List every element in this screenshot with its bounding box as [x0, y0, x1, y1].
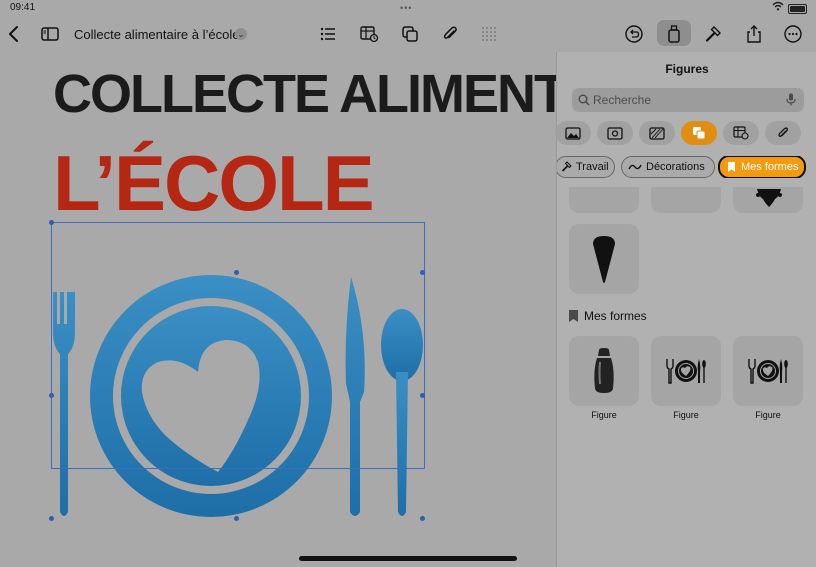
search-placeholder: Recherche	[593, 93, 652, 107]
tab-media[interactable]	[597, 121, 633, 145]
paperclip-icon[interactable]	[438, 22, 462, 46]
resize-handle-top[interactable]	[234, 270, 239, 275]
squiggle-icon	[628, 164, 642, 170]
category-label: Décorations	[646, 161, 705, 173]
resize-handle-right[interactable]	[420, 393, 425, 398]
wifi-icon	[772, 1, 784, 14]
hammer-icon	[561, 161, 572, 172]
headline-line1[interactable]: COLLECTE ALIMENTAIRE À	[53, 63, 556, 125]
figure-caption: Figure	[755, 410, 781, 420]
share-icon[interactable]	[742, 22, 766, 46]
resize-handle-bl[interactable]	[49, 516, 54, 521]
bookmark-icon	[728, 162, 735, 172]
insert-shape-icon[interactable]	[398, 22, 422, 46]
category-decorations[interactable]: Décorations	[621, 156, 715, 178]
tab-tables[interactable]	[723, 121, 759, 145]
undo-icon[interactable]	[622, 22, 646, 46]
category-label: Travail	[576, 161, 609, 173]
format-button[interactable]	[662, 22, 686, 46]
microphone-icon[interactable]	[786, 93, 796, 111]
battery-icon	[788, 4, 807, 14]
headline-line2[interactable]: L’ÉCOLE	[53, 138, 375, 229]
status-time: 09:41	[10, 2, 36, 13]
resize-handle-tr[interactable]	[420, 270, 425, 275]
tab-photos[interactable]	[555, 121, 591, 145]
media-icon	[607, 126, 623, 140]
ornament-shape-icon	[756, 189, 782, 207]
pages-app: 09:41 ••• Collecte alimentaire à l’école…	[0, 0, 816, 567]
shape-tile[interactable]	[651, 187, 721, 213]
figure-caption: Figure	[673, 410, 699, 420]
photo-icon	[565, 126, 581, 140]
multitasking-dots[interactable]: •••	[400, 3, 412, 13]
place-setting-icon	[666, 359, 706, 384]
shapes-panel: Figures Recherche Travail Décorations Me…	[555, 52, 816, 567]
title-menu-chevron-icon[interactable]: ⌄	[235, 28, 247, 40]
tab-shapes[interactable]	[681, 121, 717, 145]
tab-attachments[interactable]	[765, 121, 801, 145]
shape-tile[interactable]	[733, 187, 803, 213]
shape-tile[interactable]	[569, 224, 639, 294]
my-shape-tile-place-setting-2[interactable]	[733, 336, 803, 406]
category-mes-formes[interactable]: Mes formes	[718, 156, 806, 178]
toolbar: Collecte alimentaire à l’école ⌄	[0, 16, 816, 52]
status-bar: 09:41 •••	[0, 0, 816, 16]
shapes-icon	[693, 127, 706, 140]
texture-icon	[649, 126, 665, 140]
resize-handle-left[interactable]	[49, 393, 54, 398]
resize-handle-br[interactable]	[420, 516, 425, 521]
salt-shaker-icon	[594, 348, 614, 393]
shape-tile[interactable]	[569, 187, 639, 213]
search-icon	[578, 93, 590, 111]
selection-box	[51, 222, 425, 469]
resize-handle-bottom[interactable]	[234, 516, 239, 521]
category-label: Mes formes	[741, 161, 799, 173]
search-input[interactable]: Recherche	[572, 88, 804, 112]
cone-shape-icon	[593, 236, 615, 283]
bookmark-icon	[569, 310, 578, 322]
tab-textures[interactable]	[639, 121, 675, 145]
place-setting-icon	[748, 359, 788, 384]
dotted-grid-icon[interactable]	[477, 22, 501, 46]
hammer-icon[interactable]	[702, 22, 726, 46]
insert-table-icon[interactable]	[357, 22, 381, 46]
document-title[interactable]: Collecte alimentaire à l’école	[74, 27, 239, 42]
my-shape-tile-place-setting[interactable]	[651, 336, 721, 406]
back-chevron-icon[interactable]	[2, 22, 26, 46]
category-chips: Travail Décorations Mes formes	[557, 156, 816, 178]
home-indicator[interactable]	[299, 556, 517, 561]
resize-handle-tl[interactable]	[49, 220, 54, 225]
panel-tabs	[555, 121, 816, 145]
table-icon	[733, 126, 749, 140]
my-shape-tile-salt-shaker[interactable]	[569, 336, 639, 406]
sidebar-toggle-icon[interactable]	[38, 22, 62, 46]
list-format-icon[interactable]	[316, 22, 340, 46]
category-travail[interactable]: Travail	[557, 156, 615, 178]
more-options-icon[interactable]	[781, 22, 805, 46]
section-title: Mes formes	[584, 309, 647, 323]
paperclip-icon	[778, 127, 789, 137]
panel-title: Figures	[665, 62, 709, 76]
figure-caption: Figure	[591, 410, 617, 420]
